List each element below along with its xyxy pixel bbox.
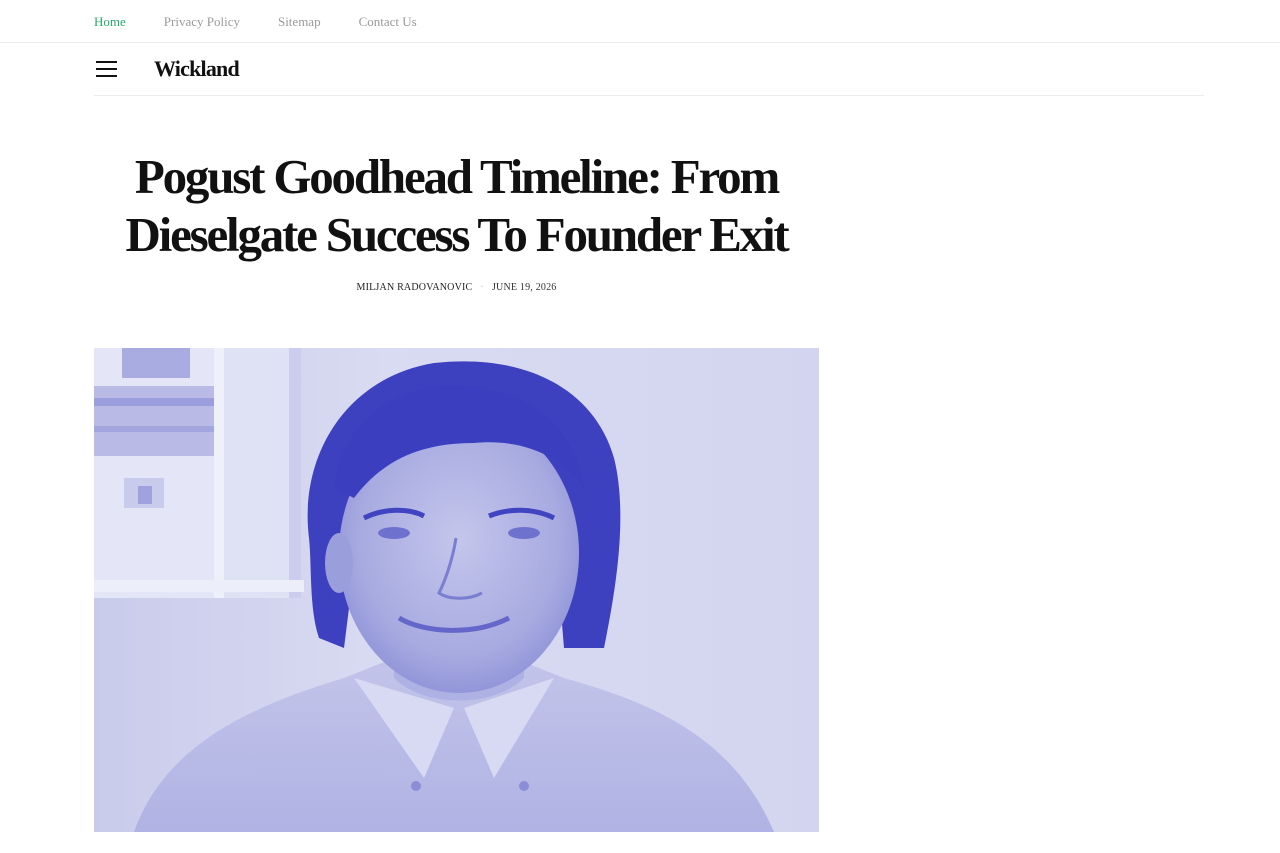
publish-date: JUNE 19, 2026	[491, 282, 557, 293]
top-bar: Home Privacy Policy Sitemap Contact Us	[0, 0, 1280, 43]
site-logo[interactable]: Wickland	[154, 56, 240, 82]
hamburger-menu-icon[interactable]	[96, 61, 117, 77]
site-header: Wickland	[94, 44, 1204, 96]
nav-link-contact-us[interactable]: Contact Us	[359, 14, 417, 30]
top-navigation: Home Privacy Policy Sitemap Contact Us	[94, 14, 455, 30]
article-title: Pogust Goodhead Timeline: From Dieselgat…	[125, 149, 789, 262]
meta-separator: ·	[480, 282, 484, 293]
nav-link-home[interactable]: Home	[94, 14, 126, 30]
nav-link-sitemap[interactable]: Sitemap	[278, 14, 321, 30]
article-meta: MILJAN RADOVANOVIC · JUNE 19, 2026	[94, 282, 819, 293]
portrait-illustration	[94, 348, 819, 832]
featured-image	[94, 348, 819, 832]
author-link[interactable]: MILJAN RADOVANOVIC	[357, 282, 473, 293]
nav-link-privacy-policy[interactable]: Privacy Policy	[164, 14, 240, 30]
